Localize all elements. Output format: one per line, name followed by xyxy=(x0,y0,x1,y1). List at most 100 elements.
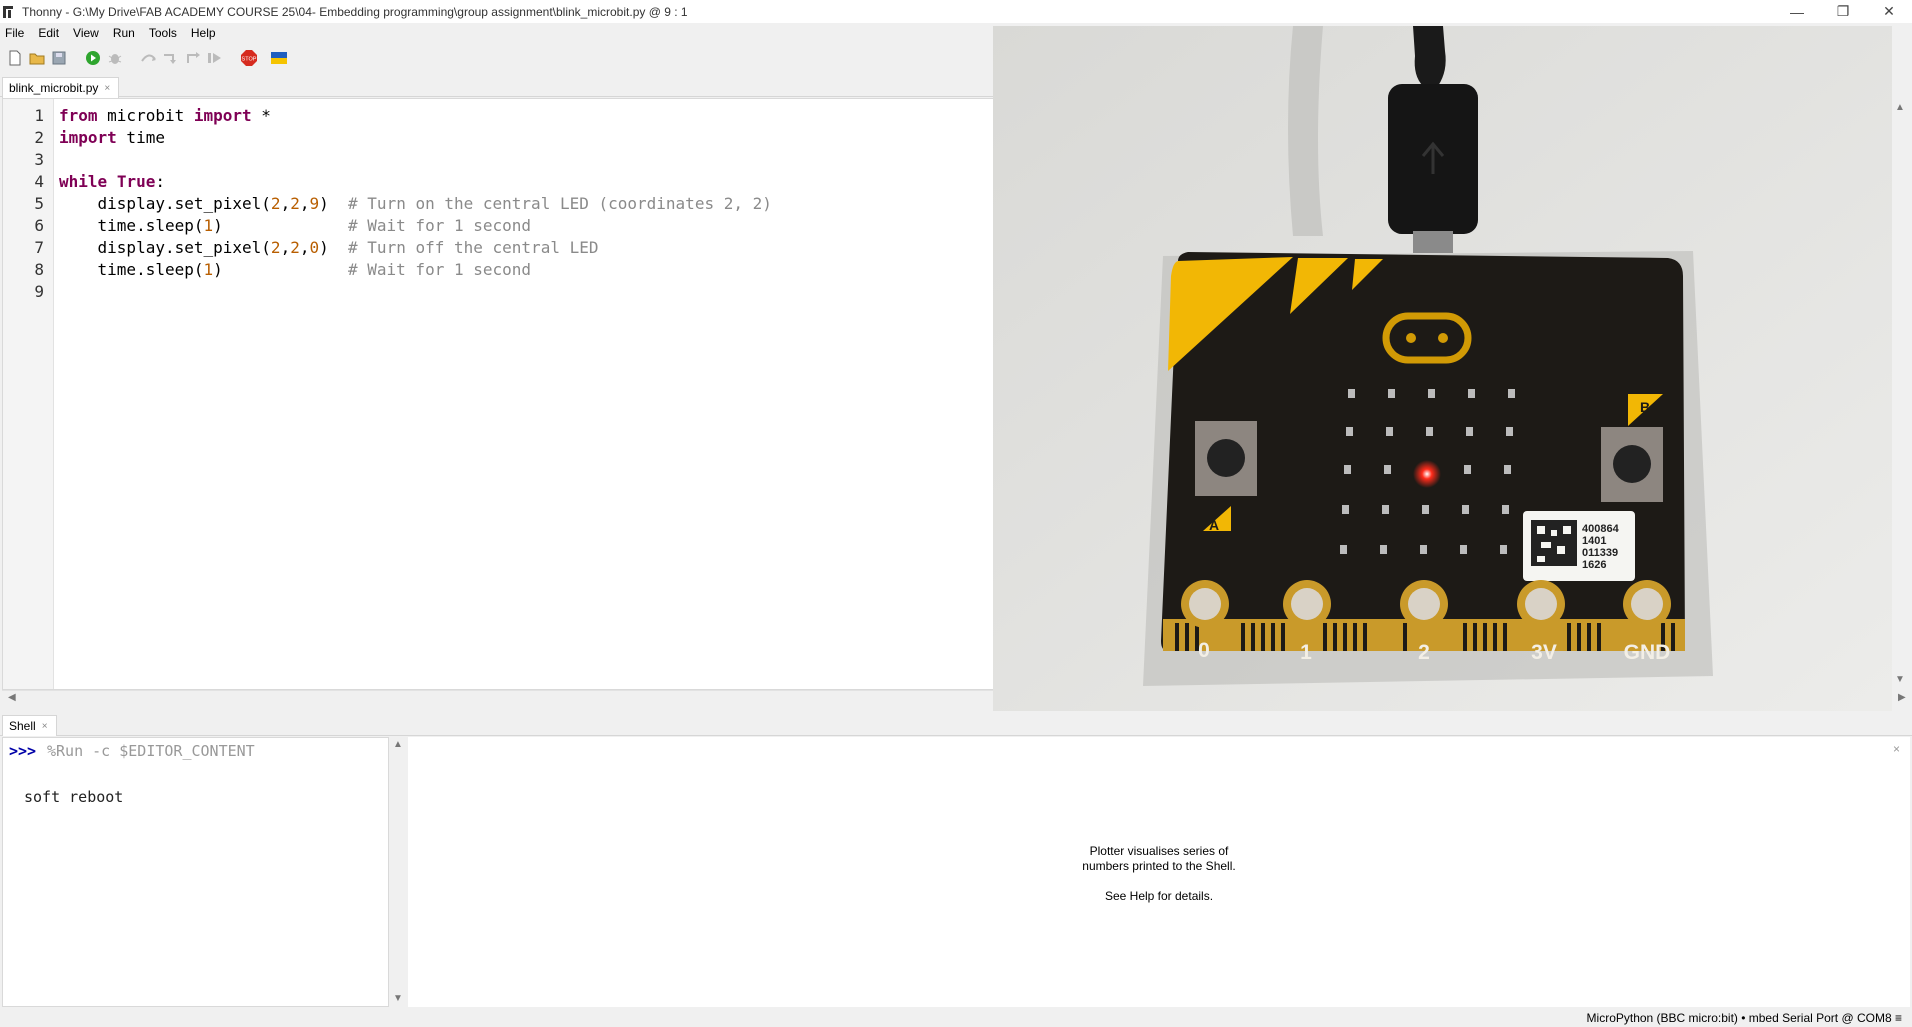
code-line[interactable]: time.sleep(1) # Wait for 1 second xyxy=(59,259,772,281)
pin-label-1: 1 xyxy=(1300,641,1312,664)
sticker-line-4: 1626 xyxy=(1582,559,1606,571)
title-bar: Thonny - G:\My Drive\FAB ACADEMY COURSE … xyxy=(0,0,1912,23)
shell-scroll-up-icon[interactable]: ▲ xyxy=(393,739,403,750)
step-out-icon[interactable] xyxy=(182,47,204,69)
plotter-line-1: Plotter visualises series of xyxy=(1089,844,1229,858)
code-token: 2 xyxy=(270,238,281,257)
pin-label-3v: 3V xyxy=(1531,641,1557,664)
code-token: 0 xyxy=(309,238,320,257)
code-token: 2 xyxy=(290,194,300,213)
scroll-right-icon[interactable]: ▶ xyxy=(1898,692,1906,703)
code-token: time.sleep( xyxy=(59,260,204,279)
code-token: 1 xyxy=(203,260,214,279)
editor-tab-bar: blink_microbit.py × xyxy=(0,75,995,98)
code-editor[interactable]: 1 2 3 4 5 6 7 8 9 from microbit import * import t… xyxy=(2,98,994,690)
sticker-line-3: 011339 xyxy=(1582,547,1618,559)
menu-edit[interactable]: Edit xyxy=(33,26,66,40)
menu-file[interactable]: File xyxy=(0,26,31,40)
code-token: 1 xyxy=(203,216,214,235)
scroll-up-icon[interactable]: ▲ xyxy=(1895,102,1905,113)
interpreter-status[interactable]: MicroPython (BBC micro:bit) • mbed Seria… xyxy=(1587,1011,1902,1025)
menu-bar: File Edit View Run Tools Help xyxy=(0,23,995,43)
close-window-button[interactable]: ✕ xyxy=(1866,0,1912,23)
line-number: 2 xyxy=(34,128,44,147)
line-number: 9 xyxy=(34,282,44,301)
sticker-line-2: 1401 xyxy=(1582,535,1606,547)
menu-tools[interactable]: Tools xyxy=(144,26,184,40)
code-line[interactable]: time.sleep(1) # Wait for 1 second xyxy=(59,215,772,237)
code-line[interactable]: from microbit import * xyxy=(59,105,772,127)
close-shell-icon[interactable]: × xyxy=(42,721,48,732)
menu-run[interactable]: Run xyxy=(108,26,142,40)
save-icon[interactable] xyxy=(48,47,70,69)
code-line[interactable]: display.set_pixel(2,2,9) # Turn on the c… xyxy=(59,193,772,215)
step-over-icon[interactable] xyxy=(138,47,160,69)
close-plotter-icon[interactable]: × xyxy=(1893,742,1900,756)
line-number: 6 xyxy=(34,216,44,235)
shell-tab-bar: Shell × xyxy=(0,714,1912,736)
tab-shell[interactable]: Shell × xyxy=(2,715,57,736)
line-number-gutter: 1 2 3 4 5 6 7 8 9 xyxy=(3,99,54,689)
line-number: 4 xyxy=(34,172,44,191)
code-area[interactable]: from microbit import * import time while T… xyxy=(59,105,772,303)
plotter-message: Plotter visualises series of numbers pri… xyxy=(408,844,1910,904)
code-token: # Turn off the central LED xyxy=(348,238,599,257)
code-token: , xyxy=(280,194,291,213)
new-file-icon[interactable] xyxy=(4,47,26,69)
line-number: 8 xyxy=(34,260,44,279)
ukraine-flag-icon[interactable] xyxy=(268,47,290,69)
shell-console[interactable]: >>> %Run -c $EDITOR_CONTENT soft reboot xyxy=(2,737,389,1007)
menu-help[interactable]: Help xyxy=(186,26,223,40)
line-number: 5 xyxy=(34,194,44,213)
code-line[interactable]: while True: xyxy=(59,171,772,193)
editor-vertical-scrollbar[interactable]: ▲ ▼ xyxy=(1892,98,1908,690)
scroll-left-icon[interactable]: ◀ xyxy=(8,692,16,703)
code-token: # Wait for 1 second xyxy=(348,216,532,235)
line-number: 3 xyxy=(34,150,44,169)
code-token: display.set_pixel( xyxy=(59,194,271,213)
shell-vertical-scrollbar[interactable]: ▲ ▼ xyxy=(390,737,405,1007)
editor-horizontal-scrollbar[interactable]: ◀ ▶ xyxy=(2,690,1906,705)
microbit-photo: B A 400864 1401 011339 1626 0 1 2 3V GND xyxy=(993,26,1892,711)
code-line[interactable] xyxy=(59,281,772,303)
button-a-label: A xyxy=(1209,517,1219,533)
code-token: ) xyxy=(213,216,348,235)
tab-blink-microbit[interactable]: blink_microbit.py × xyxy=(2,77,120,98)
window-title: Thonny - G:\My Drive\FAB ACADEMY COURSE … xyxy=(22,4,688,19)
code-token: ) xyxy=(319,194,349,213)
code-token: import xyxy=(59,128,117,147)
code-line[interactable] xyxy=(59,149,772,171)
code-token: display.set_pixel( xyxy=(59,238,271,257)
minimize-button[interactable]: — xyxy=(1774,0,1820,23)
code-token: * xyxy=(251,106,271,125)
step-into-icon[interactable] xyxy=(160,47,182,69)
central-led xyxy=(1413,460,1441,488)
close-tab-icon[interactable]: × xyxy=(104,83,110,94)
code-line[interactable]: import time xyxy=(59,127,772,149)
stop-icon[interactable]: STOP xyxy=(238,47,260,69)
tab-label: blink_microbit.py xyxy=(9,81,99,95)
resume-icon[interactable] xyxy=(204,47,226,69)
code-line[interactable]: display.set_pixel(2,2,0) # Turn off the … xyxy=(59,237,772,259)
window-controls: — ❐ ✕ xyxy=(1774,0,1912,23)
toolbar: STOP xyxy=(0,45,995,71)
scroll-down-icon[interactable]: ▼ xyxy=(1895,674,1905,685)
open-file-icon[interactable] xyxy=(26,47,48,69)
plotter-help-line: See Help for details. xyxy=(1104,889,1214,903)
button-b-label: B xyxy=(1640,399,1650,415)
code-token: time.sleep( xyxy=(59,216,204,235)
menu-view[interactable]: View xyxy=(68,26,106,40)
code-token: 2 xyxy=(270,194,281,213)
debug-icon[interactable] xyxy=(104,47,126,69)
pin-label-2: 2 xyxy=(1418,641,1430,664)
code-token: import xyxy=(193,106,252,125)
maximize-button[interactable]: ❐ xyxy=(1820,0,1866,23)
code-token: , xyxy=(280,238,291,257)
shell-scroll-down-icon[interactable]: ▼ xyxy=(393,993,403,1004)
code-token: microbit xyxy=(97,106,194,125)
code-token: True xyxy=(116,172,156,191)
line-number: 7 xyxy=(34,238,44,257)
shell-tab-label: Shell xyxy=(9,719,36,733)
run-icon[interactable] xyxy=(82,47,104,69)
